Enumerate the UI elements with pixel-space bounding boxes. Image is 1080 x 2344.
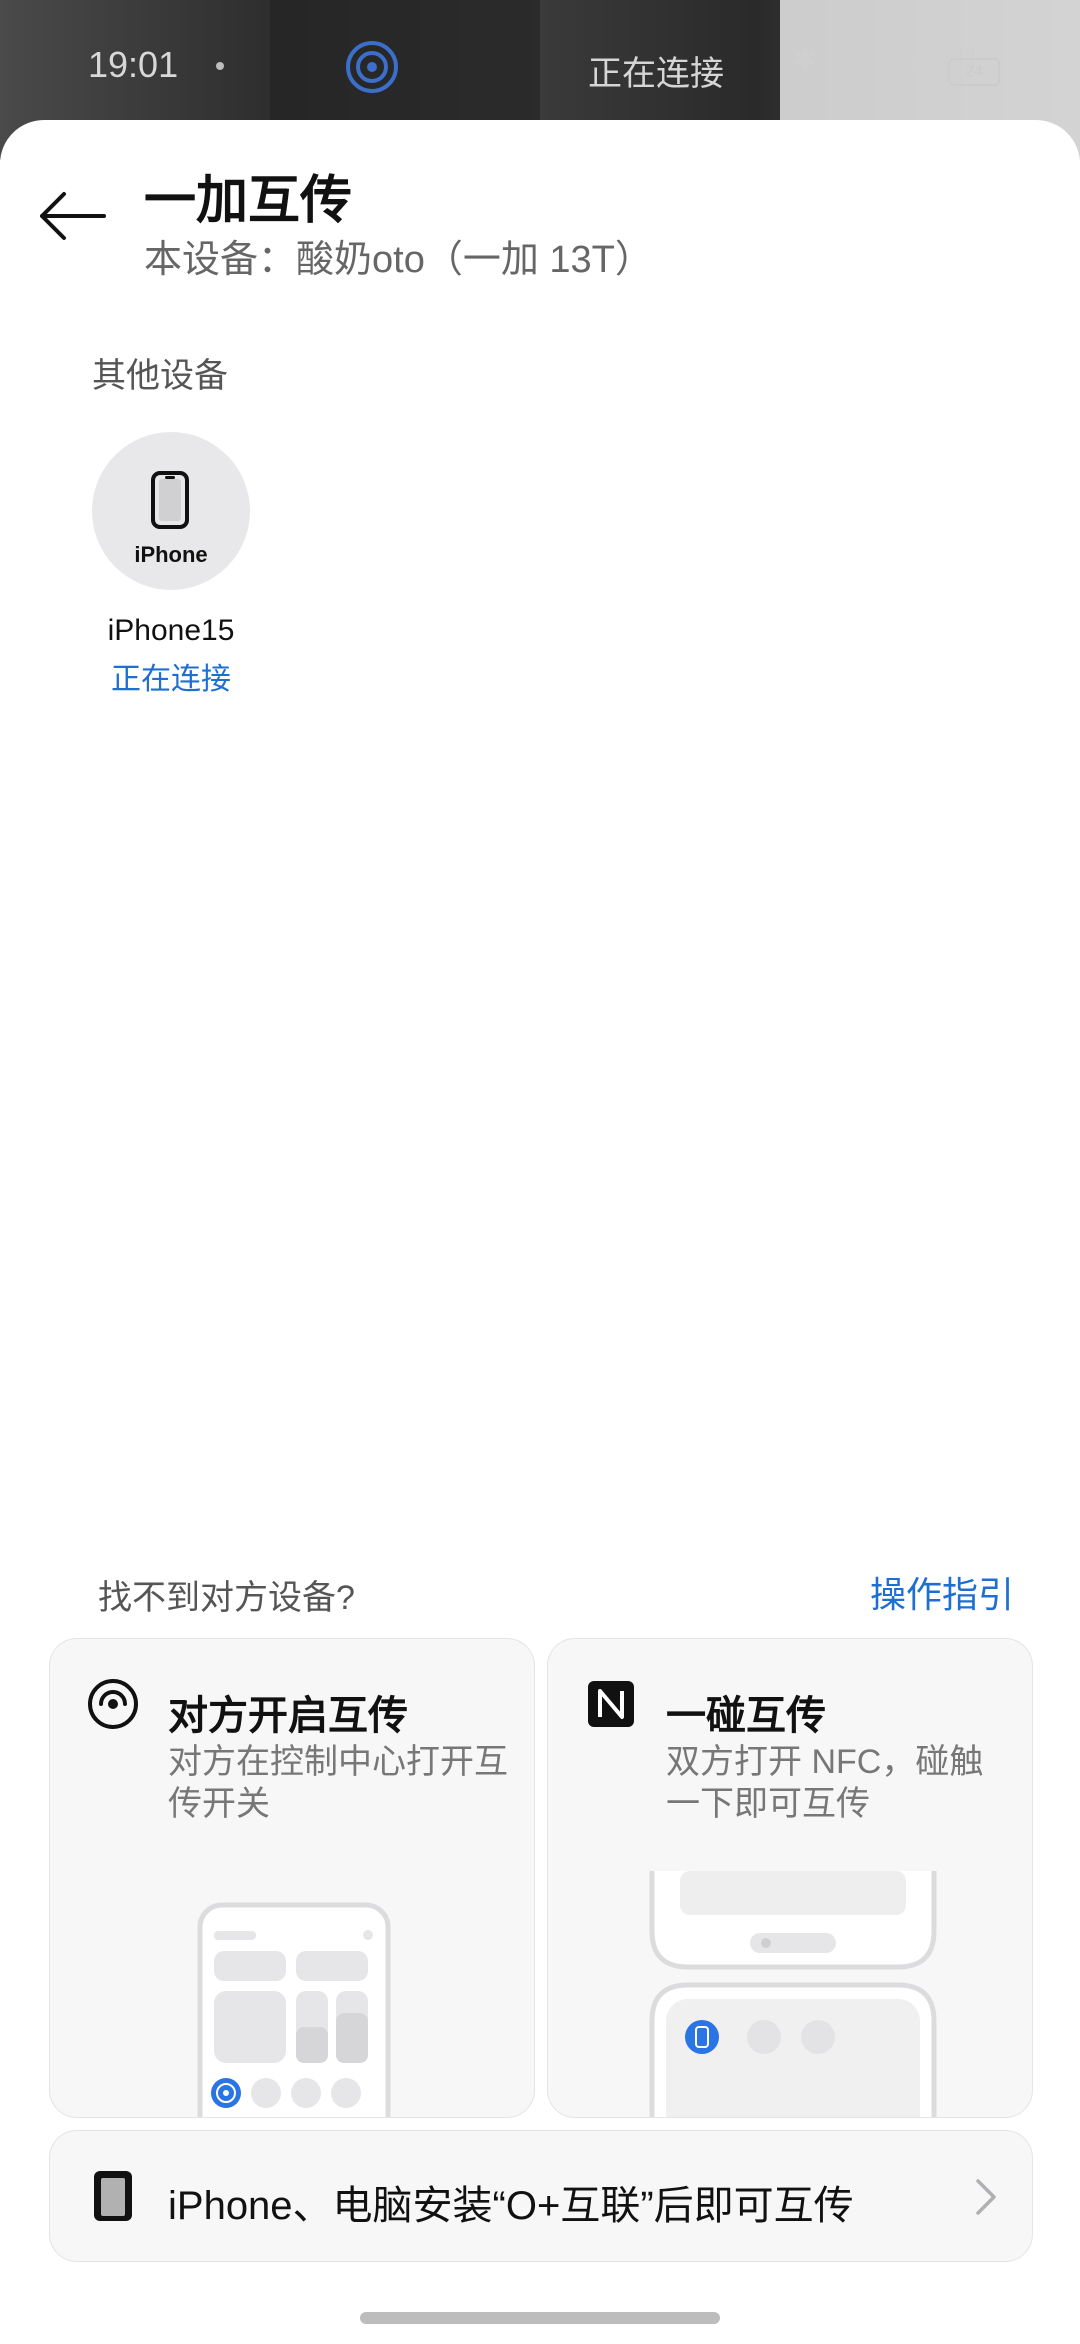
- device-status: 正在连接: [111, 663, 231, 696]
- share-radar-icon: [88, 1679, 138, 1729]
- device-type-badge: iPhone: [134, 542, 208, 567]
- device-avatar[interactable]: iPhone: [92, 432, 250, 590]
- home-indicator[interactable]: [360, 2312, 720, 2324]
- share-signal-icon: [346, 41, 398, 93]
- card-title: 对方开启互传: [168, 1694, 408, 1738]
- card-tap-share[interactable]: 一碰互传 双方打开 NFC，碰触一下即可互传: [547, 1638, 1033, 2118]
- device-subtitle: 本设备：酸奶oto（一加 13T）: [144, 239, 653, 281]
- cant-find-label: 找不到对方设备?: [98, 1579, 355, 1617]
- device-item-iphone15[interactable]: iPhone iPhone15 正在连接: [92, 432, 250, 696]
- notification-dot-icon: [216, 62, 224, 70]
- back-arrow-icon[interactable]: [34, 188, 110, 244]
- chevron-right-icon: [976, 2179, 996, 2215]
- device-name: iPhone15: [107, 614, 235, 647]
- control-center-illustration: [197, 1902, 391, 2117]
- card-description: 双方打开 NFC，碰触一下即可互传: [666, 1743, 984, 1823]
- banner-text: iPhone、电脑安装“O+互联”后即可互传: [168, 2184, 854, 2228]
- guide-link[interactable]: 操作指引: [870, 1566, 1014, 1618]
- nfc-tap-illustration: [649, 1871, 937, 2117]
- phone-icon: [151, 471, 189, 529]
- card-title: 一碰互传: [666, 1694, 826, 1738]
- page-title: 一加互传: [144, 172, 353, 230]
- status-connecting-label: 正在连接: [588, 55, 724, 93]
- card-description: 对方在控制中心打开互传开关: [168, 1743, 508, 1823]
- phone-icon: [94, 2171, 132, 2221]
- card-enable-share[interactable]: 对方开启互传 对方在控制中心打开互传开关: [49, 1638, 535, 2118]
- other-devices-label: 其他设备: [92, 357, 228, 395]
- nfc-icon: [588, 1681, 634, 1727]
- battery-icon: 24: [948, 58, 1000, 86]
- o-plus-connect-banner[interactable]: iPhone、电脑安装“O+互联”后即可互传: [49, 2130, 1033, 2262]
- status-time: 19:01: [88, 44, 179, 85]
